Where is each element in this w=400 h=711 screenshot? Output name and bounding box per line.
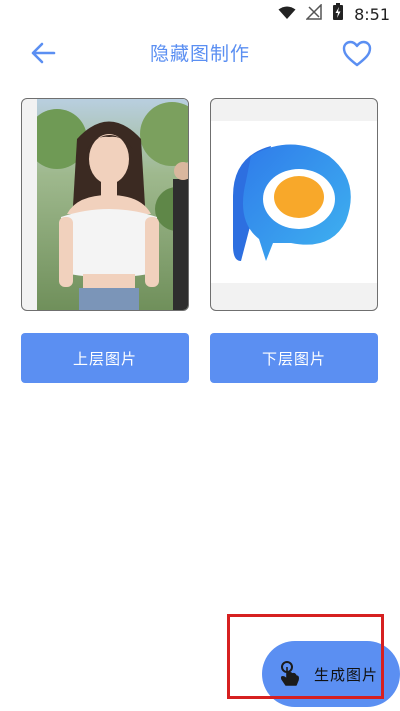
- bottom-layer-image-card[interactable]: [210, 98, 378, 311]
- no-signal-icon: [305, 3, 322, 24]
- generate-image-label: 生成图片: [314, 665, 379, 684]
- hand-tap-icon: [276, 661, 302, 687]
- status-bar: 8:51: [0, 0, 400, 28]
- top-layer-image-card[interactable]: [21, 98, 189, 311]
- bottom-layer-button[interactable]: 下层图片: [210, 333, 378, 383]
- favorite-button[interactable]: [340, 36, 374, 70]
- top-layer-photo: [37, 99, 188, 310]
- generate-image-button[interactable]: 生成图片: [262, 641, 400, 707]
- battery-charging-icon: [332, 3, 344, 25]
- bottom-layer-logo: [211, 121, 377, 283]
- wifi-icon: [278, 5, 296, 24]
- heart-outline-icon: [342, 40, 372, 66]
- app-bar: 隐藏图制作: [0, 30, 400, 74]
- top-layer-button[interactable]: 上层图片: [21, 333, 189, 383]
- status-time: 8:51: [354, 4, 390, 24]
